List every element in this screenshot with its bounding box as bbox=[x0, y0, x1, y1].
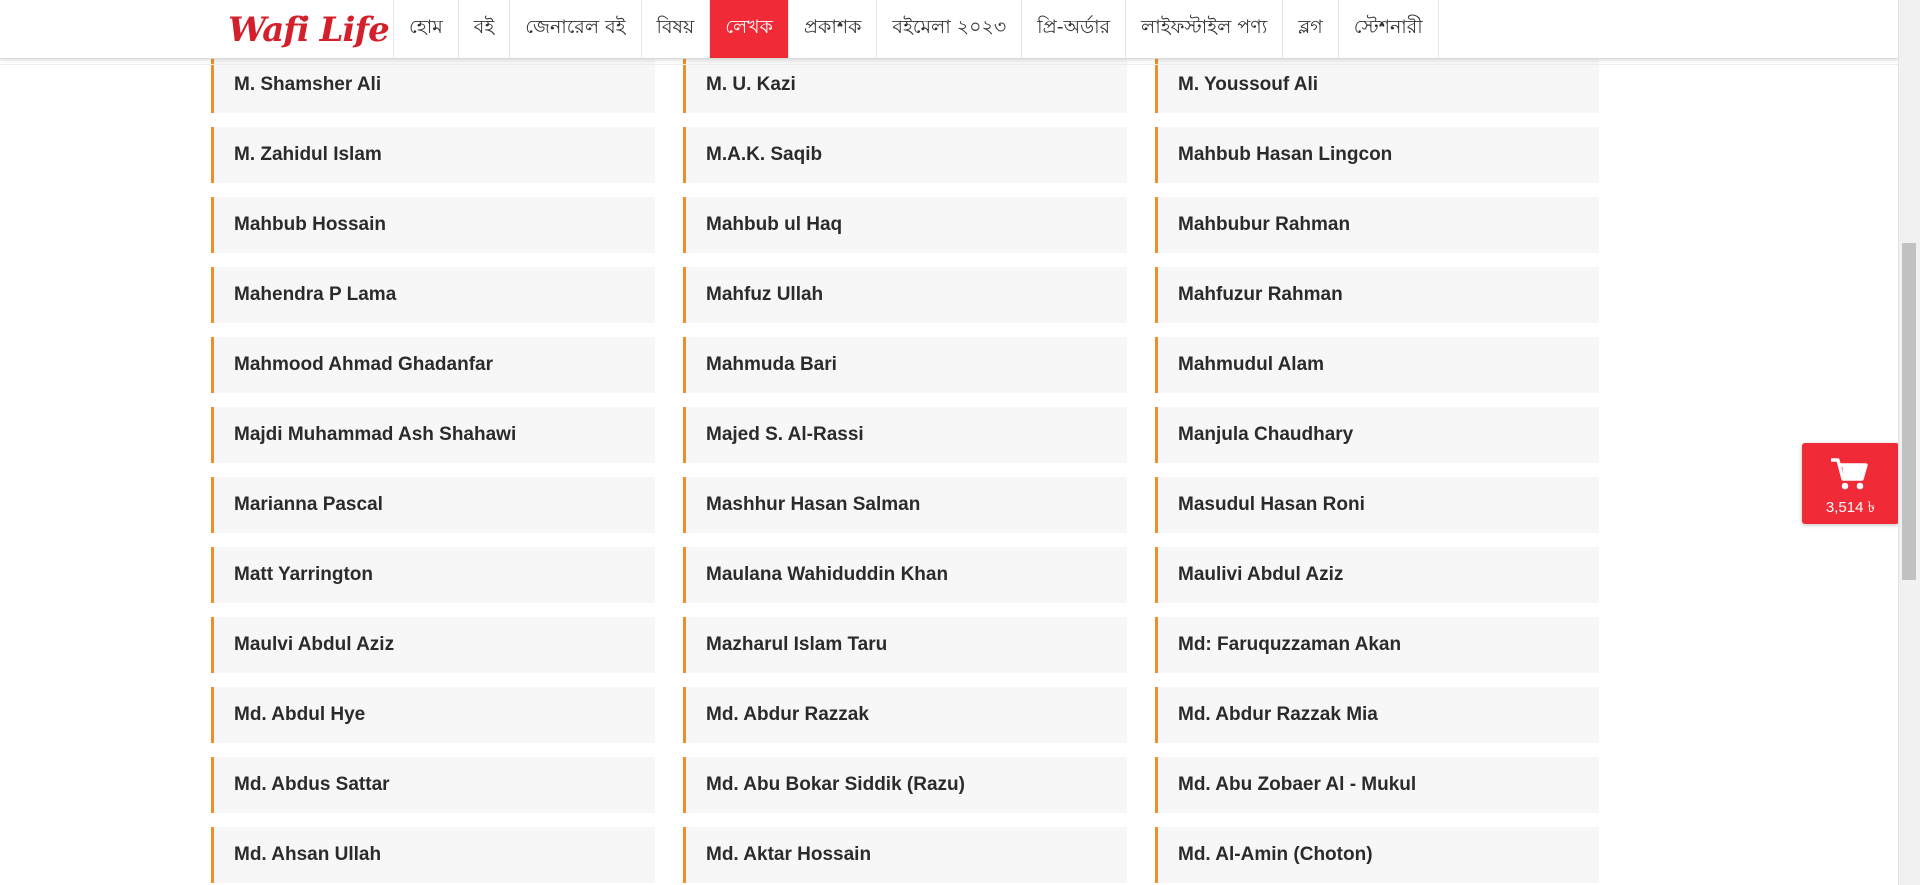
author-card[interactable]: Maulivi Abdul Aziz bbox=[1155, 547, 1599, 603]
author-card[interactable]: Marianna Pascal bbox=[211, 477, 655, 533]
author-card[interactable]: Mahbub Hasan Lingcon bbox=[1155, 127, 1599, 183]
author-name: Masudul Hasan Roni bbox=[1178, 494, 1365, 515]
author-name: M. Youssouf Ali bbox=[1178, 74, 1319, 95]
author-name: Md. Abdur Razzak Mia bbox=[1178, 704, 1378, 725]
author-name: Md. Aktar Hossain bbox=[706, 844, 872, 865]
author-name: Mahbub Hossain bbox=[234, 214, 387, 235]
author-name: Mahmood Ahmad Ghadanfar bbox=[234, 354, 493, 375]
author-card[interactable]: Md: Faruquzzaman Akan bbox=[1155, 617, 1599, 673]
author-name: Md. Al-Amin (Choton) bbox=[1178, 844, 1373, 865]
author-name: Md. Abdur Razzak bbox=[706, 704, 869, 725]
author-card[interactable]: Mazharul Islam Taru bbox=[683, 617, 1127, 673]
author-card[interactable]: M. Zahidul Islam bbox=[211, 127, 655, 183]
author-name: Md: Faruquzzaman Akan bbox=[1178, 634, 1402, 655]
author-name: M. Zahidul Islam bbox=[234, 144, 382, 165]
author-card[interactable]: Mahfuzur Rahman bbox=[1155, 267, 1599, 323]
author-name: Md. Abu Bokar Siddik (Razu) bbox=[706, 774, 965, 795]
nav-item-2[interactable]: জেনারেল বই bbox=[510, 0, 642, 58]
author-card[interactable]: Mahmood Ahmad Ghadanfar bbox=[211, 337, 655, 393]
nav-item-6[interactable]: বইমেলা ২০২৩ bbox=[877, 0, 1023, 58]
author-name: Majdi Muhammad Ash Shahawi bbox=[234, 424, 517, 445]
nav-item-4[interactable]: লেখক bbox=[710, 0, 789, 58]
author-card[interactable]: Majed S. Al-Rassi bbox=[683, 407, 1127, 463]
author-name: M.A.K. Saqib bbox=[706, 144, 823, 165]
shopping-cart-icon bbox=[1831, 458, 1868, 490]
author-card[interactable]: Maulana Wahiduddin Khan bbox=[683, 547, 1127, 603]
author-name: Majed S. Al-Rassi bbox=[706, 424, 864, 445]
author-card[interactable]: Manjula Chaudhary bbox=[1155, 407, 1599, 463]
nav-item-1[interactable]: বই bbox=[459, 0, 511, 58]
author-name: M. U. Kazi bbox=[706, 74, 796, 95]
author-name: Mahbub ul Haq bbox=[706, 214, 843, 235]
author-card[interactable]: Mahfuz Ullah bbox=[683, 267, 1127, 323]
author-card[interactable]: Mahmudul Alam bbox=[1155, 337, 1599, 393]
author-name: Maulana Wahiduddin Khan bbox=[706, 564, 949, 585]
author-card[interactable]: Md. Abdur Razzak Mia bbox=[1155, 687, 1599, 743]
main-nav: হোম বই জেনারেল বই বিষয় লেখক প্রকাশক বইমেলা ২০… bbox=[393, 0, 1439, 58]
author-name: Md. Abdul Hye bbox=[234, 704, 366, 725]
nav-item-0[interactable]: হোম bbox=[394, 0, 459, 58]
author-card[interactable]: Mashhur Hasan Salman bbox=[683, 477, 1127, 533]
site-header: Wafi Life হোম বই জেনারেল বই বিষয় লেখক প্রকাশ… bbox=[0, 0, 1898, 59]
nav-item-9[interactable]: ব্লগ bbox=[1283, 0, 1339, 58]
author-card[interactable]: Md. Al-Amin (Choton) bbox=[1155, 827, 1599, 883]
author-card[interactable]: Majdi Muhammad Ash Shahawi bbox=[211, 407, 655, 463]
author-card[interactable]: Mahmuda Bari bbox=[683, 337, 1127, 393]
author-card[interactable]: Mahendra P Lama bbox=[211, 267, 655, 323]
author-card[interactable]: Mahbub Hossain bbox=[211, 197, 655, 253]
author-name: M. Shamsher Ali bbox=[234, 74, 382, 95]
vertical-scrollbar[interactable] bbox=[1898, 0, 1920, 885]
scrollbar-thumb[interactable] bbox=[1902, 243, 1916, 580]
author-grid: M. Shamsher Ali M. U. Kazi M. Youssouf Ali… bbox=[211, 0, 1601, 885]
author-name: Mahendra P Lama bbox=[234, 284, 397, 305]
author-card[interactable]: Md. Abdur Razzak bbox=[683, 687, 1127, 743]
author-card[interactable]: M. Youssouf Ali bbox=[1155, 57, 1599, 113]
nav-item-3[interactable]: বিষয় bbox=[642, 0, 711, 58]
floating-cart-button[interactable]: 3,514 ৳ bbox=[1802, 443, 1899, 524]
author-name: Mahmudul Alam bbox=[1178, 354, 1325, 375]
site-logo[interactable]: Wafi Life bbox=[228, 6, 390, 54]
author-name: Maulvi Abdul Aziz bbox=[234, 634, 395, 655]
author-card[interactable]: Md. Abu Zobaer Al - Mukul bbox=[1155, 757, 1599, 813]
author-card[interactable]: Md. Ahsan Ullah bbox=[211, 827, 655, 883]
header-divider bbox=[0, 64, 1898, 65]
author-card[interactable]: Md. Aktar Hossain bbox=[683, 827, 1127, 883]
author-name: Mahbubur Rahman bbox=[1178, 214, 1351, 235]
author-name: Matt Yarrington bbox=[234, 564, 373, 585]
author-card[interactable]: M. Shamsher Ali bbox=[211, 57, 655, 113]
cart-total: 3,514 ৳ bbox=[1825, 499, 1876, 516]
author-card[interactable]: M. U. Kazi bbox=[683, 57, 1127, 113]
nav-item-7[interactable]: প্রি-অর্ডার bbox=[1022, 0, 1127, 58]
author-name: Manjula Chaudhary bbox=[1178, 424, 1354, 445]
author-card[interactable]: Md. Abdus Sattar bbox=[211, 757, 655, 813]
author-name: Mahfuzur Rahman bbox=[1178, 284, 1343, 305]
author-card[interactable]: Md. Abu Bokar Siddik (Razu) bbox=[683, 757, 1127, 813]
author-card[interactable]: Md. Abdul Hye bbox=[211, 687, 655, 743]
author-name: Mahfuz Ullah bbox=[706, 284, 824, 305]
page: M. Shamsher Ali M. U. Kazi M. Youssouf Ali… bbox=[0, 0, 1920, 885]
author-name: Md. Abu Zobaer Al - Mukul bbox=[1178, 774, 1417, 795]
author-name: Md. Ahsan Ullah bbox=[234, 844, 382, 865]
author-card[interactable]: M.A.K. Saqib bbox=[683, 127, 1127, 183]
author-card[interactable]: Maulvi Abdul Aziz bbox=[211, 617, 655, 673]
author-name: Mahmuda Bari bbox=[706, 354, 837, 375]
author-name: Md. Abdus Sattar bbox=[234, 774, 390, 795]
author-name: Mazharul Islam Taru bbox=[706, 634, 888, 655]
author-card[interactable]: Matt Yarrington bbox=[211, 547, 655, 603]
author-card[interactable]: Masudul Hasan Roni bbox=[1155, 477, 1599, 533]
author-card[interactable]: Mahbubur Rahman bbox=[1155, 197, 1599, 253]
nav-item-10[interactable]: স্টেশনারী bbox=[1339, 0, 1439, 58]
author-card[interactable]: Mahbub ul Haq bbox=[683, 197, 1127, 253]
author-name: Mahbub Hasan Lingcon bbox=[1178, 144, 1393, 165]
nav-item-8[interactable]: লাইফস্টাইল পণ্য bbox=[1126, 0, 1284, 58]
nav-item-5[interactable]: প্রকাশক bbox=[789, 0, 878, 58]
author-name: Marianna Pascal bbox=[234, 494, 383, 515]
author-name: Mashhur Hasan Salman bbox=[706, 494, 921, 515]
author-name: Maulivi Abdul Aziz bbox=[1178, 564, 1344, 585]
